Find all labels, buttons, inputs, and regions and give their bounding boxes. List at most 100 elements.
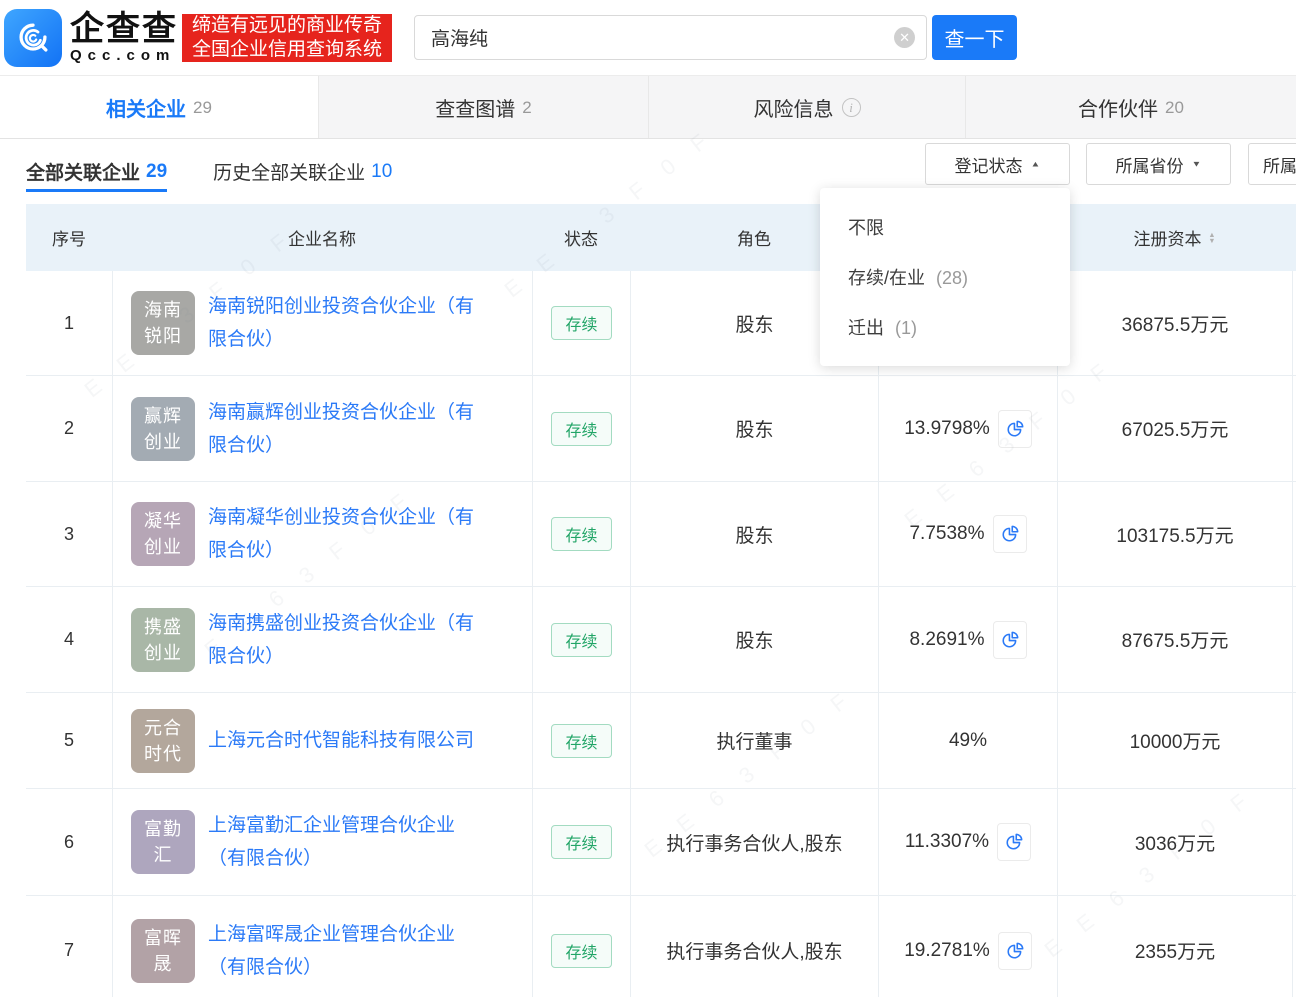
percent-value: 49% — [948, 729, 988, 751]
dropdown-item-count: (28) — [936, 268, 969, 288]
filter-row: 全部关联企业 29 历史全部关联企业 10 登记状态 ▲ 所属省份 ▼ 所属 — [0, 139, 1296, 204]
slogan-line1: 缔造有远见的商业传奇 — [192, 14, 383, 36]
dropdown-item-existing[interactable]: 存续/在业 (28) — [820, 252, 1070, 302]
capital-cell: 10000万元 — [1057, 693, 1292, 788]
filter-province[interactable]: 所属省份 ▼ — [1086, 143, 1231, 185]
table-row: 5 元合 时代 上海元合时代智能科技有限公司 存续 执行董事 49% 10000… — [26, 693, 1296, 789]
subtab-history-related[interactable]: 历史全部关联企业 10 — [213, 139, 392, 204]
tab-related-companies[interactable]: 相关企业 29 — [0, 76, 318, 138]
status-cell: 存续 — [532, 789, 630, 895]
capital-cell: 3036万元 — [1057, 789, 1292, 895]
status-badge: 存续 — [551, 517, 612, 551]
role-cell: 股东 — [630, 587, 878, 692]
company-name-link[interactable]: 上海元合时代智能科技有限公司 — [208, 724, 480, 757]
subtab-label: 全部关联企业 — [26, 163, 141, 184]
filter-registration-status[interactable]: 登记状态 ▲ — [925, 143, 1070, 185]
capital-cell: 2355万元 — [1057, 896, 1292, 997]
table-row: 4 携盛 创业 海南携盛创业投资合伙企业（有限合伙） 存续 股东 8.2691% — [26, 587, 1296, 693]
logo-text[interactable]: 企查查 Qcc.com — [70, 11, 178, 65]
percent-value: 11.3307% — [904, 831, 990, 852]
tab-label: 合作伙伴 — [1078, 98, 1159, 121]
avatar-line2: 创业 — [144, 431, 182, 452]
row-number: 3 — [63, 523, 74, 544]
status-cell: 存续 — [532, 376, 630, 481]
pie-chart-icon[interactable] — [992, 620, 1027, 659]
avatar-line2: 汇 — [153, 845, 173, 865]
pie-chart-icon[interactable] — [997, 409, 1032, 448]
role-cell: 执行事务合伙人,股东 — [630, 896, 878, 997]
company-name-link[interactable]: 上海富晖晟企业管理合伙企业（有限合伙） — [208, 918, 480, 984]
role-cell: 执行事务合伙人,股东 — [630, 789, 878, 895]
company-name-link[interactable]: 海南凝华创业投资合伙企业（有限合伙） — [208, 501, 480, 567]
company-cell: 携盛 创业 海南携盛创业投资合伙企业（有限合伙） — [112, 587, 532, 692]
sliver-cell — [1292, 693, 1296, 788]
tab-partners[interactable]: 合作伙伴 20 — [965, 76, 1296, 138]
sort-icon[interactable]: ▲ ▼ — [1208, 230, 1216, 243]
avatar-line2: 创业 — [144, 642, 182, 663]
company-name-link[interactable]: 上海富勤汇企业管理合伙企业（有限合伙） — [208, 809, 480, 875]
pie-chart-icon[interactable] — [997, 931, 1032, 970]
search-input[interactable] — [414, 15, 928, 60]
related-companies-table: 序号 企业名称 状态 角色 注册资本 ▲ ▼ 1 海南 锐阳 海南锐阳创业投资合伙 — [26, 204, 1296, 997]
avatar-line1: 富勤 — [144, 819, 182, 839]
table-row: 2 赢辉 创业 海南赢辉创业投资合伙企业（有限合伙） 存续 股东 13.9798… — [26, 376, 1296, 482]
search-button[interactable]: 查一下 — [932, 15, 1018, 60]
table-row: 6 富勤 汇 上海富勤汇企业管理合伙企业（有限合伙） 存续 执行事务合伙人,股东… — [26, 789, 1296, 896]
main-tabs: 相关企业 29 查查图谱 2 风险信息 i 合作伙伴 20 — [0, 75, 1296, 139]
status-badge: 存续 — [551, 825, 612, 859]
status-cell: 存续 — [532, 587, 630, 692]
dropdown-item-unlimited[interactable]: 不限 — [820, 202, 1070, 252]
row-number: 6 — [63, 831, 74, 852]
role-cell: 股东 — [630, 376, 878, 481]
table-row: 3 凝华 创业 海南凝华创业投资合伙企业（有限合伙） 存续 股东 7.7538% — [26, 482, 1296, 587]
company-avatar: 富勤 汇 — [131, 810, 195, 874]
clear-search-icon[interactable]: ✕ — [894, 27, 916, 48]
table-row: 1 海南 锐阳 海南锐阳创业投资合伙企业（有限合伙） 存续 股东 36875.5… — [26, 271, 1296, 376]
tab-label: 相关企业 — [106, 98, 187, 121]
qcc-related-companies-page: 企查查 Qcc.com 缔造有远见的商业传奇 全国企业信用查询系统 ✕ 查一下 … — [0, 0, 1296, 997]
subtab-all-related[interactable]: 全部关联企业 29 — [26, 139, 168, 204]
dropdown-item-moved-out[interactable]: 迁出 (1) — [820, 302, 1070, 352]
percent-cell: 7.7538% — [878, 482, 1057, 586]
percent-value: 8.2691% — [909, 628, 985, 650]
filter-clipped[interactable]: 所属 — [1248, 143, 1296, 185]
info-icon[interactable]: i — [841, 97, 861, 117]
company-cell: 海南 锐阳 海南锐阳创业投资合伙企业（有限合伙） — [112, 271, 532, 375]
tab-chacha-graph[interactable]: 查查图谱 2 — [318, 76, 648, 138]
sliver-cell — [1292, 482, 1296, 586]
percent-cell: 19.2781% — [878, 896, 1057, 997]
qcc-logo-icon[interactable] — [4, 8, 62, 67]
status-badge: 存续 — [551, 411, 612, 446]
percent-value: 19.2781% — [904, 939, 990, 961]
company-avatar: 海南 锐阳 — [131, 291, 195, 355]
company-cell: 元合 时代 上海元合时代智能科技有限公司 — [112, 693, 532, 788]
sliver-cell — [1292, 587, 1296, 692]
avatar-line1: 海南 — [144, 300, 182, 320]
col-header-no: 序号 — [52, 230, 86, 249]
col-header-capital[interactable]: 注册资本 ▲ ▼ — [1057, 204, 1292, 271]
pie-chart-icon[interactable] — [992, 515, 1027, 553]
tab-risk-info[interactable]: 风险信息 i — [648, 76, 965, 138]
company-name-link[interactable]: 海南锐阳创业投资合伙企业（有限合伙） — [208, 290, 480, 356]
company-name-link[interactable]: 海南赢辉创业投资合伙企业（有限合伙） — [208, 396, 480, 462]
percent-value: 7.7538% — [909, 523, 985, 544]
company-avatar: 携盛 创业 — [131, 607, 195, 672]
sliver-cell — [1292, 376, 1296, 481]
col-header-sliver — [1292, 204, 1296, 271]
role-cell: 执行董事 — [630, 693, 878, 788]
capital-cell: 67025.5万元 — [1057, 376, 1292, 481]
filter-label: 所属省份 — [1115, 156, 1184, 176]
dropdown-item-label: 迁出 — [848, 318, 884, 338]
capital-cell: 87675.5万元 — [1057, 587, 1292, 692]
company-name-link[interactable]: 海南携盛创业投资合伙企业（有限合伙） — [208, 607, 480, 673]
slogan-line2: 全国企业信用查询系统 — [192, 38, 383, 60]
status-cell: 存续 — [532, 693, 630, 788]
tab-count: 2 — [522, 98, 532, 117]
dropdown-item-label: 存续/在业 — [848, 268, 926, 288]
status-badge: 存续 — [551, 723, 612, 758]
pie-chart-icon[interactable] — [997, 823, 1032, 861]
filter-label: 登记状态 — [954, 156, 1023, 176]
status-cell: 存续 — [532, 271, 630, 375]
capital-cell: 103175.5万元 — [1057, 482, 1292, 586]
company-avatar: 元合 时代 — [131, 708, 195, 773]
